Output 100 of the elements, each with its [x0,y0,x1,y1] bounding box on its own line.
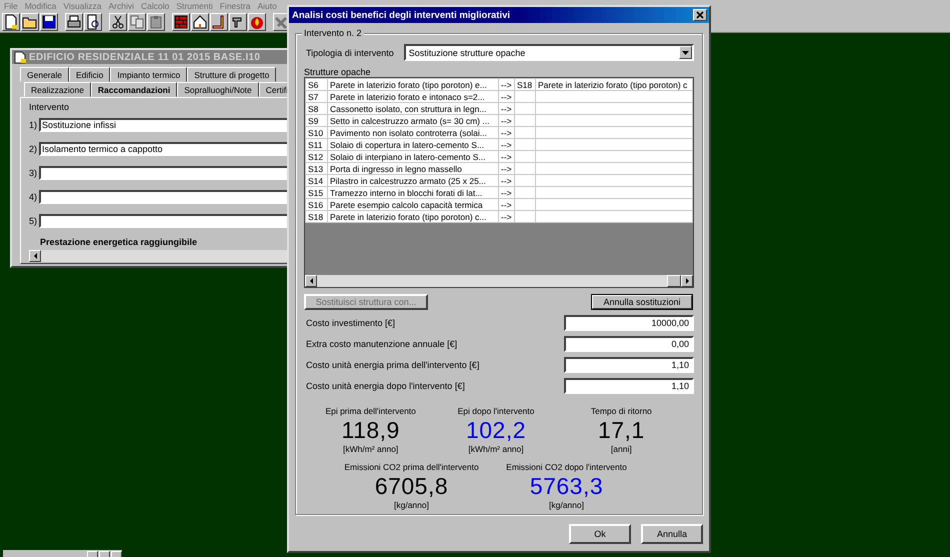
table-label: Strutture opache [304,67,372,77]
table-cell: Cassonetto isolato, con struttura in legn... [328,102,498,114]
table-cell: Parete esempio calcolo capacità termica [328,198,498,210]
document-icon [14,50,26,64]
table-cell: --> [498,150,514,162]
house-icon[interactable] [191,13,209,31]
ok-button[interactable]: Ok [569,524,631,544]
table-cell: --> [498,126,514,138]
table-cell: S7 [306,90,328,102]
table-cell: S18 [514,78,536,90]
scissors-icon[interactable] [109,13,127,31]
unit-label: [kg/anno] [549,500,584,510]
tab[interactable]: Raccomandazioni [90,82,178,97]
table-cell: --> [498,114,514,126]
unit-label: [anni] [610,444,632,454]
close-button[interactable] [693,9,707,21]
scroll-thumb[interactable] [667,275,681,287]
horizontal-scrollbar[interactable] [305,275,693,287]
row-number: 5) [29,216,38,226]
table-cell: --> [498,198,514,210]
tab[interactable]: Impianto termico [110,67,188,82]
left-arrow-icon [308,277,314,285]
row-number: 2) [29,144,38,154]
table-cell: S16 [306,198,328,210]
undo-replacements-button[interactable]: Annulla sostituzioni [591,294,693,310]
tab[interactable]: Strutture di progetto [187,67,276,82]
result-label: Emissioni CO2 prima dell'intervento [344,462,479,472]
input-field[interactable]: 1,10 [564,378,694,394]
table-cell: Setto in calcestruzzo armato (s= 30 cm) ... [328,114,498,126]
cancel-button[interactable]: Annulla [641,524,703,544]
table-cell: Solaio di interpiano in latero-cemento S... [328,150,498,162]
table-cell: Pilastro in calcestruzzo armato (25 x 25... [328,174,498,186]
corner-profile-icon[interactable] [210,13,228,31]
result-value: 17,1 [598,416,645,444]
dialog-title: Analisi costi benefici degli interventi migliorativi [292,10,510,20]
table-cell: Parete in laterizio forato (tipo poroton) e... [328,78,498,90]
open-folder-icon[interactable] [21,13,39,31]
table-cell: S14 [306,174,328,186]
result-value: 5763,3 [530,472,604,500]
input-field[interactable]: 10000,00 [564,315,694,331]
table-cell: Porta di ingresso in legno massello [328,162,498,174]
result-value: 6705,8 [374,472,448,500]
table-cell: --> [498,162,514,174]
table-cell: --> [498,78,514,90]
group-title: Intervento n. 2 [302,28,364,38]
row-number: 4) [29,192,38,202]
brick-wall-icon[interactable] [172,13,190,31]
dropdown-button[interactable] [679,46,692,59]
unit-label: [kg/anno] [394,500,429,510]
dropdown[interactable]: Sostituzione strutture opache [404,44,694,61]
field-label: Costo unità energia prima dell'intervento [€] [306,360,480,370]
result-label: Epi dopo l'intervento [458,406,534,416]
unit-label: [kWh/m² anno] [468,444,524,454]
print-icon[interactable] [65,13,83,31]
table-cell: S11 [306,138,328,150]
table-cell: --> [498,174,514,186]
table-cell: --> [498,90,514,102]
table-cell: S10 [306,126,328,138]
flame-icon[interactable] [248,13,266,31]
scroll-left-button[interactable] [305,275,317,287]
table-cell: S12 [306,150,328,162]
result-label: Epi prima dell'intervento [325,406,416,416]
tab[interactable]: Realizzazione [24,82,91,97]
input-field[interactable]: 0,00 [564,336,694,352]
table-cell: Tramezzo interno in blocchi forati di lat... [328,186,498,198]
copy-icon[interactable] [128,13,146,31]
table-cell: S15 [306,186,328,198]
paste-icon[interactable] [147,13,165,31]
result-value: 102,2 [466,416,526,444]
row-number: 3) [29,168,38,178]
table-cell: S8 [306,102,328,114]
caret-icon [682,50,689,54]
new-document-icon[interactable] [2,13,20,31]
tab[interactable]: Sopralluoghi/Note [177,82,259,97]
section-label: Intervento [29,102,70,112]
table-cell: Parete in laterizio forato e intonaco s=2... [328,90,498,102]
tab[interactable]: Generale [20,67,69,82]
table-cell: Parete in laterizio forato (tipo poroton) c [536,78,692,90]
result-label: Tempo di ritorno [590,406,652,416]
print-preview-icon[interactable] [84,13,102,31]
scroll-right-button[interactable] [681,275,693,287]
unit-label: [kWh/m² anno] [343,444,398,454]
result-value: 118,9 [341,416,400,444]
result-label: Emissioni CO2 dopo l'intervento [506,462,627,472]
table-cell: S6 [306,78,328,90]
input-field[interactable]: 1,10 [564,357,694,373]
scroll-left-button[interactable] [29,250,41,262]
table-cell: Solaio di copertura in latero-cemento S... [328,138,498,150]
table-cell: S9 [306,114,328,126]
tab[interactable]: Edificio [68,67,110,82]
section-heading: Prestazione energetica raggiungibile [40,237,198,247]
field-label: Tipologia di intervento [306,48,394,58]
save-icon[interactable] [40,13,58,31]
field-label: Costo investimento [€] [306,318,396,328]
table-cell: --> [498,186,514,198]
right-arrow-icon [684,277,690,285]
table-cell: --> [498,102,514,114]
row-number: 1) [29,120,38,130]
left-arrow-icon [32,252,38,260]
field-label: Costo unità energia dopo l'intervento [€] [306,381,465,391]
